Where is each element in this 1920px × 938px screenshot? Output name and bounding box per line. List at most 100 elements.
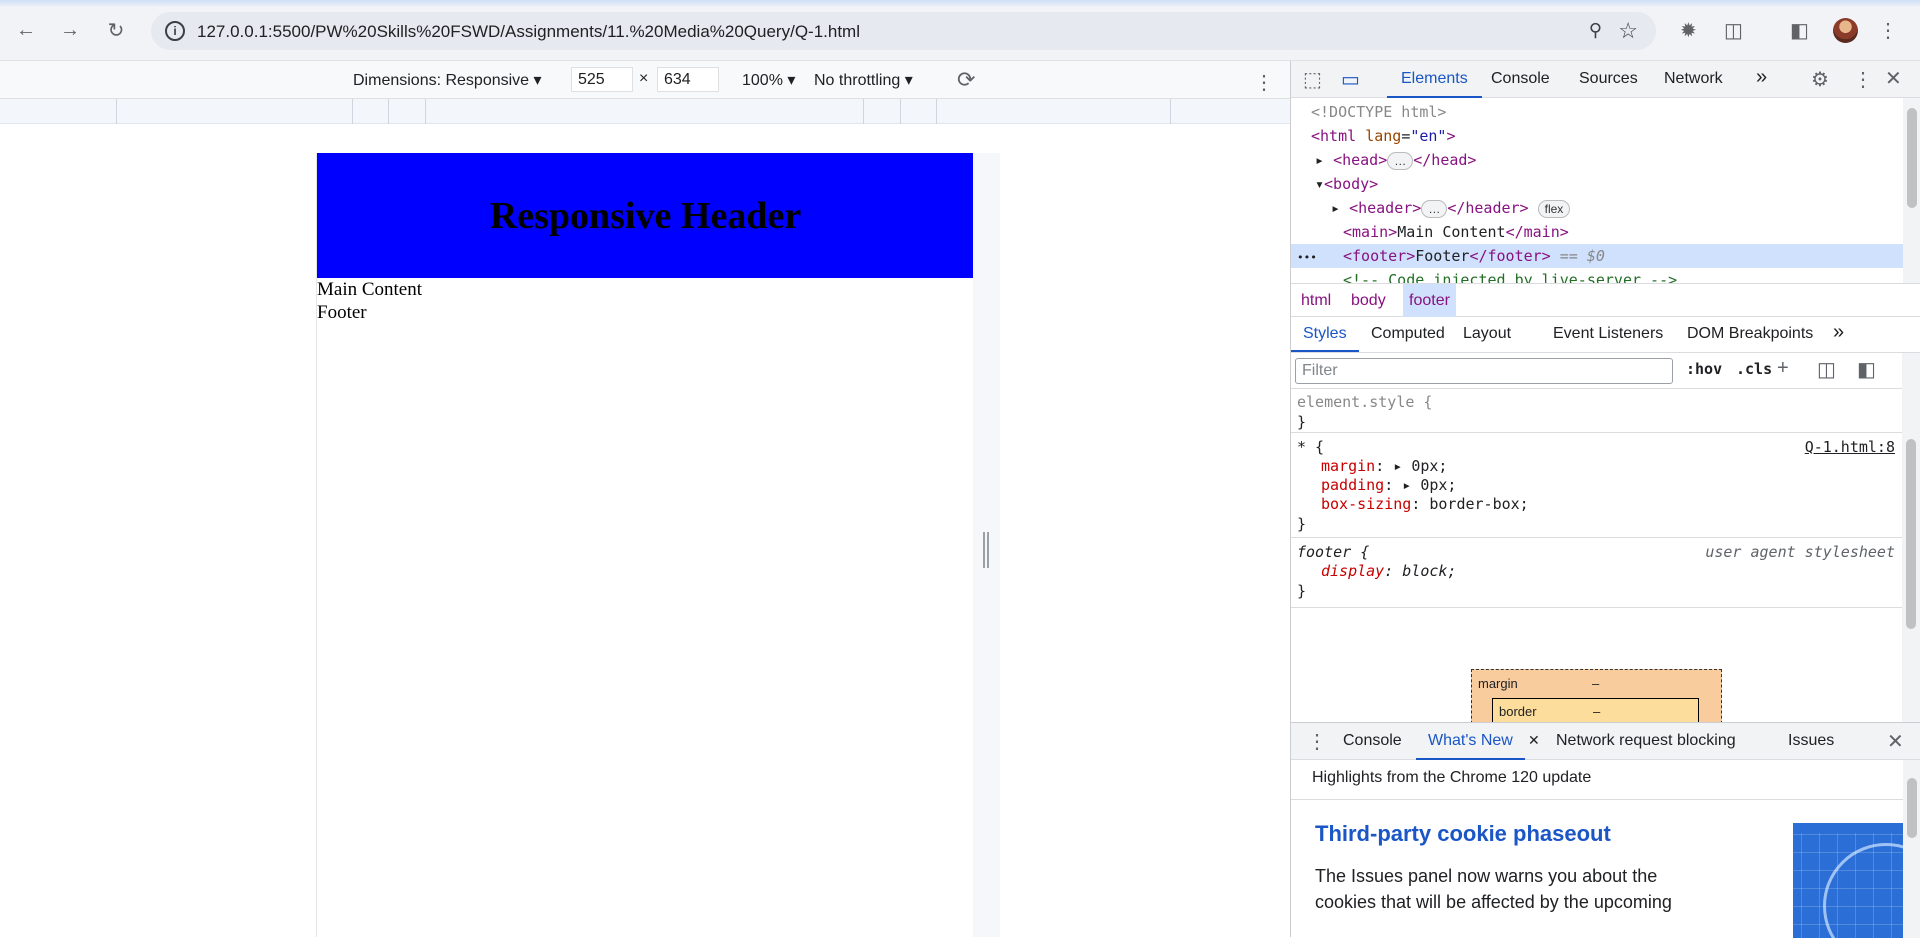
html-close-bracket: >: [1446, 127, 1456, 145]
zoom-icon[interactable]: ⚲: [1589, 20, 1602, 41]
scrollbar-thumb[interactable]: [1907, 108, 1917, 208]
address-bar[interactable]: i 127.0.0.1:5500/PW%20Skills%20FSWD/Assi…: [151, 12, 1656, 50]
extension-bug-icon[interactable]: ✹: [1680, 18, 1697, 43]
flex-badge[interactable]: flex: [1537, 200, 1571, 218]
extensions-puzzle-icon[interactable]: ◫: [1724, 18, 1743, 43]
close-whats-new-icon[interactable]: ✕: [1528, 732, 1540, 749]
devtools-menu-icon[interactable]: ⋮: [1853, 67, 1873, 92]
tab-sources[interactable]: Sources: [1579, 70, 1638, 88]
viewport-width-input[interactable]: [571, 67, 633, 92]
close-drawer-icon[interactable]: ✕: [1887, 729, 1904, 754]
box-sizing-prop[interactable]: box-sizing: [1321, 495, 1411, 513]
drawer-tab-whats-new[interactable]: What's New: [1416, 732, 1525, 760]
styles-filter-input[interactable]: Filter: [1295, 358, 1673, 384]
reload-icon[interactable]: ↻: [104, 18, 128, 42]
page-footer: Footer: [317, 302, 367, 323]
dom-doctype[interactable]: <!DOCTYPE html>: [1311, 100, 1920, 124]
dom-body-node[interactable]: ▾<body>: [1315, 172, 1920, 196]
tab-event-listeners[interactable]: Event Listeners: [1553, 325, 1663, 343]
dom-header-node[interactable]: ▸ <header>… </header> flex: [1331, 196, 1920, 220]
viewport-resize-handle[interactable]: [983, 532, 989, 568]
rule-element-style[interactable]: element.style { }: [1291, 389, 1903, 433]
profile-avatar[interactable]: [1833, 18, 1858, 43]
browser-toolbar: ← → ↻ i 127.0.0.1:5500/PW%20Skills%20FSW…: [0, 0, 1920, 61]
close-devtools-icon[interactable]: ✕: [1885, 66, 1902, 91]
tab-styles[interactable]: Styles: [1291, 325, 1359, 352]
styles-scrollbar[interactable]: [1902, 353, 1920, 722]
drawer-tab-console[interactable]: Console: [1343, 732, 1402, 750]
footer-close-tag: </footer>: [1469, 247, 1551, 265]
expand-triangle-icon[interactable]: ▸: [1315, 151, 1324, 169]
dom-tree-scrollbar[interactable]: [1903, 98, 1920, 283]
url-text[interactable]: 127.0.0.1:5500/PW%20Skills%20FSWD/Assign…: [197, 22, 860, 42]
padding-prop[interactable]: padding: [1321, 476, 1384, 494]
dom-main-node[interactable]: <main>Main Content</main>: [1343, 220, 1920, 244]
media-query-ruler[interactable]: [0, 99, 1290, 124]
inspect-element-icon[interactable]: ⬚: [1303, 67, 1322, 92]
rule-universal[interactable]: * { Q-1.html:8 margin: ▸ 0px; padding: ▸…: [1291, 433, 1903, 538]
back-icon[interactable]: ←: [14, 18, 38, 42]
collapsed-ellipsis[interactable]: …: [1387, 152, 1414, 170]
breadcrumb-body[interactable]: body: [1345, 284, 1392, 317]
dom-footer-node-selected[interactable]: ••• <footer>Footer</footer> == $0: [1291, 244, 1903, 268]
styles-pane: element.style { } * { Q-1.html:8 margin:…: [1291, 389, 1903, 722]
collapse-triangle-icon[interactable]: ▾: [1315, 175, 1324, 193]
forward-icon[interactable]: →: [58, 18, 82, 42]
margin-value[interactable]: 0px;: [1411, 457, 1447, 475]
expand-triangle-icon[interactable]: ▸: [1393, 457, 1402, 475]
whats-new-title[interactable]: Third-party cookie phaseout: [1315, 821, 1611, 847]
collapsed-ellipsis[interactable]: …: [1421, 200, 1448, 218]
new-rule-plus-icon[interactable]: +: [1777, 357, 1789, 380]
close-brace: }: [1297, 413, 1307, 431]
dom-comment-node[interactable]: <!-- Code injected by live-server -->: [1343, 268, 1920, 283]
viewport-height-input[interactable]: [657, 67, 719, 92]
scrollbar-thumb[interactable]: [1907, 778, 1917, 838]
drawer-menu-icon[interactable]: ⋮: [1307, 729, 1327, 754]
throttling-dropdown[interactable]: No throttling ▾: [814, 70, 913, 90]
box-model-border-value[interactable]: –: [1593, 704, 1600, 719]
tab-layout[interactable]: Layout: [1463, 325, 1511, 343]
margin-prop[interactable]: margin: [1321, 457, 1375, 475]
more-subtabs-chevron[interactable]: »: [1833, 321, 1844, 344]
header-close-tag: </header>: [1447, 199, 1529, 217]
drawer-tab-issues[interactable]: Issues: [1788, 732, 1834, 750]
rotate-icon[interactable]: ⟳: [957, 67, 975, 93]
bookmark-star-icon[interactable]: ☆: [1618, 18, 1638, 44]
box-sizing-value[interactable]: border-box;: [1429, 495, 1528, 513]
device-toolbar: Dimensions: Responsive ▾ × 100% ▾ No thr…: [0, 61, 1290, 99]
tab-console[interactable]: Console: [1491, 70, 1550, 88]
toggle-sidebar-icon[interactable]: ◧: [1857, 357, 1876, 382]
settings-gear-icon[interactable]: ⚙: [1811, 67, 1829, 92]
tab-network[interactable]: Network: [1664, 70, 1723, 88]
dimensions-dropdown[interactable]: Dimensions: Responsive ▾: [353, 70, 542, 90]
dom-html-node[interactable]: <html lang="en">: [1311, 124, 1920, 148]
tab-dom-breakpoints[interactable]: DOM Breakpoints: [1687, 325, 1813, 343]
menu-kebab-icon[interactable]: ⋮: [1878, 18, 1898, 43]
site-info-icon[interactable]: i: [165, 21, 185, 41]
scrollbar-thumb[interactable]: [1906, 439, 1916, 629]
expand-triangle-icon[interactable]: ▸: [1402, 476, 1411, 494]
breadcrumb-html[interactable]: html: [1295, 284, 1337, 317]
zoom-dropdown[interactable]: 100% ▾: [742, 70, 795, 90]
tab-elements[interactable]: Elements: [1387, 70, 1482, 98]
drawer-scrollbar[interactable]: [1903, 760, 1920, 938]
box-model-margin-value[interactable]: –: [1592, 676, 1599, 691]
row-actions-dots[interactable]: •••: [1291, 246, 1343, 270]
user-agent-label: user agent stylesheet: [1705, 543, 1895, 561]
rule-footer-ua[interactable]: footer { user agent stylesheet display: …: [1291, 538, 1903, 608]
drawer-tab-network-blocking[interactable]: Network request blocking: [1556, 732, 1736, 750]
dom-head-node[interactable]: ▸ <head>… </head>: [1315, 148, 1920, 172]
expand-triangle-icon[interactable]: ▸: [1331, 199, 1340, 217]
rule-source-link[interactable]: Q-1.html:8: [1805, 438, 1895, 456]
breadcrumb-footer[interactable]: footer: [1403, 284, 1456, 317]
more-tabs-chevron[interactable]: »: [1756, 66, 1767, 89]
hov-toggle[interactable]: :hov: [1686, 360, 1722, 378]
close-brace: }: [1297, 515, 1307, 533]
cls-toggle[interactable]: .cls: [1736, 360, 1772, 378]
side-panel-icon[interactable]: ◧: [1790, 18, 1809, 43]
tab-computed[interactable]: Computed: [1371, 325, 1445, 343]
paint-brush-icon[interactable]: ◫: [1817, 357, 1836, 382]
device-toggle-icon[interactable]: ▭: [1341, 67, 1360, 92]
device-menu-kebab-icon[interactable]: ⋮: [1254, 70, 1274, 95]
padding-value[interactable]: 0px;: [1420, 476, 1456, 494]
